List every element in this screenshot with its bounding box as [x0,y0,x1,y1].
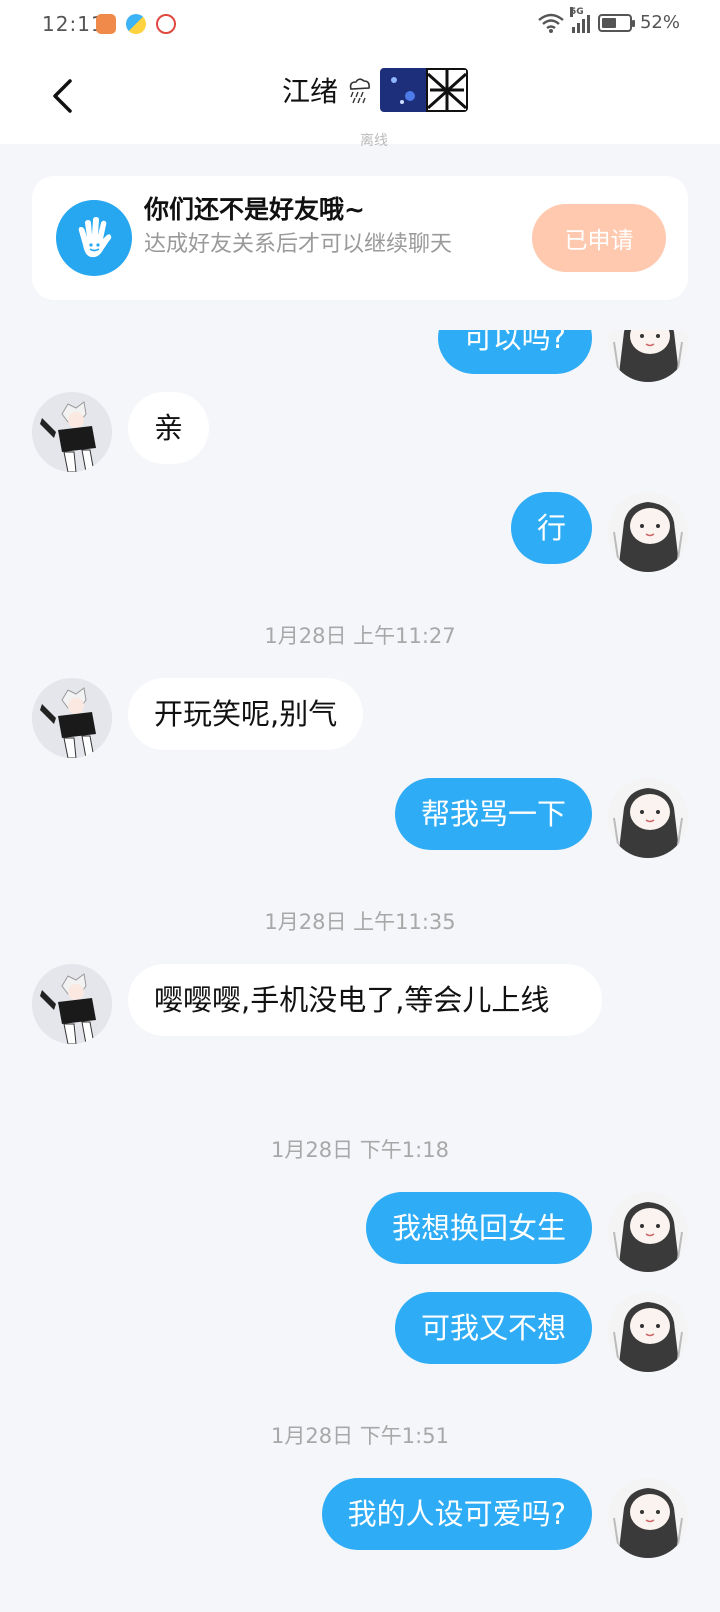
friend-request-card: 你们还不是好友哦~ 达成好友关系后才可以继续聊天 已申请 [32,176,688,300]
app-notification-icon [96,14,116,34]
rain-cloud-icon [349,78,370,104]
back-button[interactable] [44,74,80,118]
contact-avatar[interactable] [32,392,112,472]
outgoing-message-bubble[interactable]: 可以吗? [437,330,592,374]
my-avatar[interactable] [608,1192,688,1272]
friend-card-description: 达成好友关系后才可以继续聊天 [144,232,453,257]
status-bar: 12:11 5G 52% [0,0,720,48]
incoming-message-bubble[interactable]: 开玩笑呢,别气 [128,678,364,750]
outgoing-message-row: 行 [0,492,720,572]
wifi-icon [538,13,564,33]
message-timestamp: 1月28日 下午1:18 [271,1138,449,1162]
network-type: 5G [569,6,584,17]
message-timestamp: 1月28日 上午11:35 [264,910,456,934]
incoming-message-row: 开玩笑呢,别气 [0,678,720,758]
online-status: 离线 [360,133,388,149]
chevron-left-icon [53,79,72,113]
message-list[interactable]: 可以吗? 亲行 1月28日 上午11:27 开玩笑呢,别气 帮我骂一下 1月28日 上午1… [0,330,720,1612]
outgoing-message-bubble[interactable]: 我的人设可爱吗? [321,1478,592,1550]
my-avatar[interactable] [608,1478,688,1558]
my-avatar[interactable] [608,1292,688,1372]
chat-header: 江绪 离线 [0,48,720,149]
decorative-title-image [380,68,469,112]
my-avatar[interactable] [608,778,688,858]
friend-card-title: 你们还不是好友哦~ [144,195,365,224]
my-avatar[interactable] [608,330,688,382]
outgoing-message-row: 可以吗? [0,330,720,382]
message-timestamp: 1月28日 下午1:51 [271,1424,449,1448]
notification-icons [96,14,176,34]
outgoing-message-bubble[interactable]: 可我又不想 [394,1292,592,1364]
timestamp-row: 1月28日 下午1:51 [0,1420,720,1450]
incoming-message-bubble[interactable]: 亲 [128,392,210,464]
outgoing-message-bubble[interactable]: 行 [510,492,592,564]
outgoing-message-row: 帮我骂一下 [0,778,720,858]
outgoing-message-row: 我的人设可爱吗? [0,1478,720,1558]
app-notification-icon [156,14,176,34]
outgoing-message-row: 我想换回女生 [0,1192,720,1272]
battery-fill [601,17,616,28]
battery-icon [597,13,635,32]
contact-avatar[interactable] [32,678,112,758]
incoming-message-row: 嘤嘤嘤,手机没电了,等会儿上线 [0,964,720,1084]
timestamp-row: 1月28日 上午11:35 [0,906,720,936]
signal-icon: 5G [569,6,590,33]
timestamp-row: 1月28日 上午11:27 [0,620,720,650]
contact-avatar[interactable] [32,964,112,1044]
timestamp-row: 1月28日 下午1:18 [0,1134,720,1164]
chat-title-area[interactable]: 江绪 [282,68,469,112]
outgoing-message-bubble[interactable]: 帮我骂一下 [394,778,592,850]
message-timestamp: 1月28日 上午11:27 [264,624,456,648]
status-indicators: 5G 52% [538,6,680,33]
battery-percent: 52% [639,12,680,33]
incoming-message-row: 亲 [0,392,720,472]
outgoing-message-row: 可我又不想 [0,1292,720,1372]
outgoing-message-bubble[interactable]: 我想换回女生 [365,1192,592,1264]
applied-button[interactable]: 已申请 [532,204,666,272]
incoming-message-bubble[interactable]: 嘤嘤嘤,手机没电了,等会儿上线 [128,964,602,1036]
my-avatar[interactable] [608,492,688,572]
waving-hand-icon [56,200,132,276]
app-notification-icon [126,14,146,34]
contact-name: 江绪 [282,75,339,108]
